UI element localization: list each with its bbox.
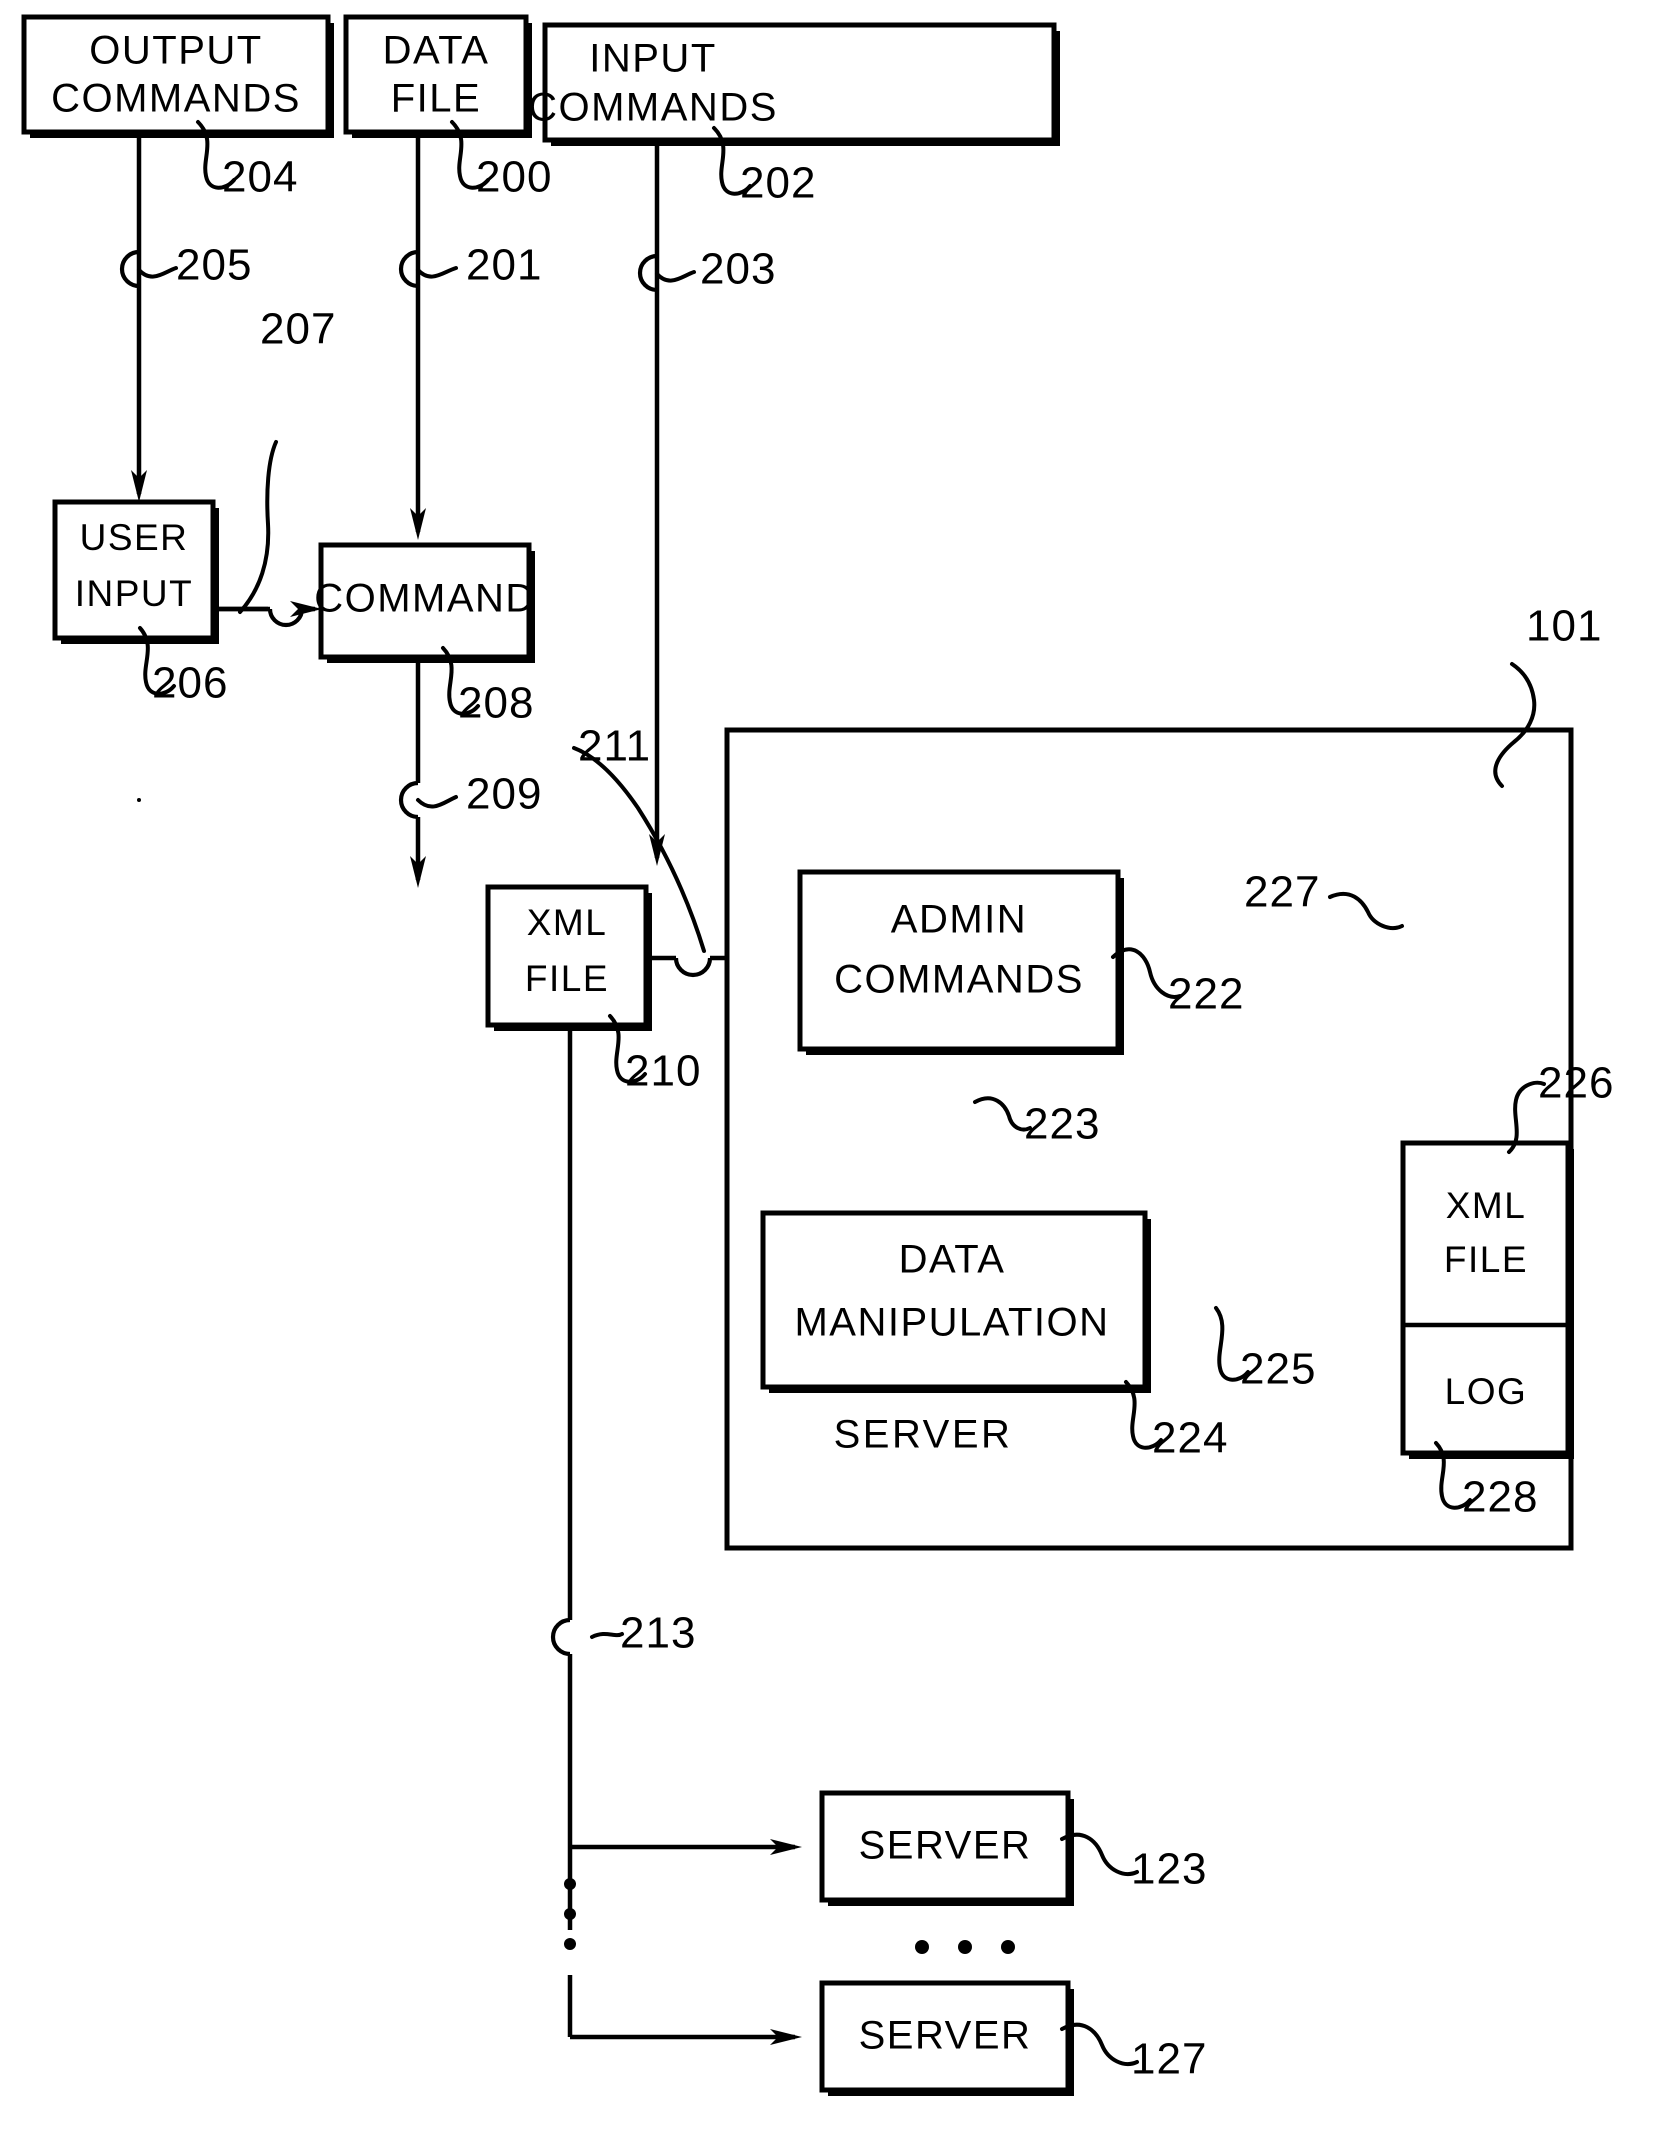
box-admin-commands-line2: COMMANDS bbox=[834, 958, 1084, 1002]
connector-207 bbox=[215, 601, 322, 628]
box-user-input-line1: USER bbox=[80, 517, 189, 558]
box-xml-file-client-line2: FILE bbox=[525, 958, 609, 999]
ref-203: 203 bbox=[700, 245, 776, 294]
box-data-manipulation-line1: DATA bbox=[899, 1238, 1006, 1282]
ref-208: 208 bbox=[458, 679, 534, 728]
ref-209: 209 bbox=[466, 770, 542, 819]
box-input-commands-line2: COMMANDS bbox=[528, 86, 778, 130]
ref-213: 213 bbox=[620, 1609, 696, 1658]
hop-201 bbox=[398, 249, 458, 289]
ref-101: 101 bbox=[1526, 602, 1602, 651]
box-data-file-line2: FILE bbox=[391, 77, 481, 121]
ref-211: 211 bbox=[578, 722, 651, 771]
connector-205 bbox=[131, 133, 147, 502]
box-xml-file-server-line1: XML bbox=[1446, 1185, 1527, 1226]
leader-209 bbox=[416, 795, 458, 809]
ref-226: 226 bbox=[1538, 1059, 1614, 1108]
box-server-127-label: SERVER bbox=[859, 2014, 1032, 2058]
ref-222: 222 bbox=[1168, 970, 1244, 1019]
hop-205 bbox=[119, 249, 178, 289]
ref-201: 201 bbox=[466, 241, 542, 290]
ref-225: 225 bbox=[1240, 1345, 1316, 1394]
connector-203 bbox=[649, 139, 665, 866]
box-xml-file-client-line1: XML bbox=[527, 902, 608, 943]
box-admin-commands-line1: ADMIN bbox=[891, 898, 1027, 942]
box-xml-file-server-line2: FILE bbox=[1444, 1239, 1528, 1280]
vertical-ellipsis bbox=[564, 1878, 576, 1950]
ref-228: 228 bbox=[1462, 1473, 1538, 1522]
connector-201 bbox=[410, 133, 426, 540]
ref-204: 204 bbox=[222, 153, 298, 202]
connector-209 bbox=[398, 663, 426, 888]
ref-127: 127 bbox=[1131, 2035, 1207, 2084]
ref-200: 200 bbox=[476, 153, 552, 202]
ref-210: 210 bbox=[625, 1047, 701, 1096]
horizontal-ellipsis bbox=[915, 1940, 1015, 1954]
box-output-commands-line1: OUTPUT bbox=[89, 29, 262, 73]
ref-202: 202 bbox=[740, 159, 816, 208]
patent-figure: OUTPUT COMMANDS 204 DATA FILE 200 INPUT … bbox=[0, 0, 1657, 2150]
server-container-label: SERVER bbox=[834, 1413, 1013, 1457]
ref-206: 206 bbox=[152, 659, 228, 708]
ref-224: 224 bbox=[1152, 1414, 1228, 1463]
ref-227: 227 bbox=[1244, 868, 1320, 917]
box-log-label: LOG bbox=[1445, 1371, 1528, 1412]
ref-207: 207 bbox=[260, 305, 336, 354]
diagram-canvas: OUTPUT COMMANDS 204 DATA FILE 200 INPUT … bbox=[21, 14, 1614, 2096]
box-input-commands-line1: INPUT bbox=[589, 37, 717, 81]
box-output-commands-line2: COMMANDS bbox=[51, 77, 301, 121]
box-user-input-line2: INPUT bbox=[75, 573, 194, 614]
ref-205: 205 bbox=[176, 241, 252, 290]
box-data-file-line1: DATA bbox=[383, 29, 490, 73]
box-command-line1: COMMAND bbox=[314, 577, 536, 621]
ref-123: 123 bbox=[1131, 1845, 1207, 1894]
ref-223: 223 bbox=[1024, 1100, 1100, 1149]
hop-203 bbox=[637, 253, 696, 293]
box-data-manipulation-line2: MANIPULATION bbox=[794, 1301, 1109, 1345]
box-server-123-label: SERVER bbox=[859, 1824, 1032, 1868]
